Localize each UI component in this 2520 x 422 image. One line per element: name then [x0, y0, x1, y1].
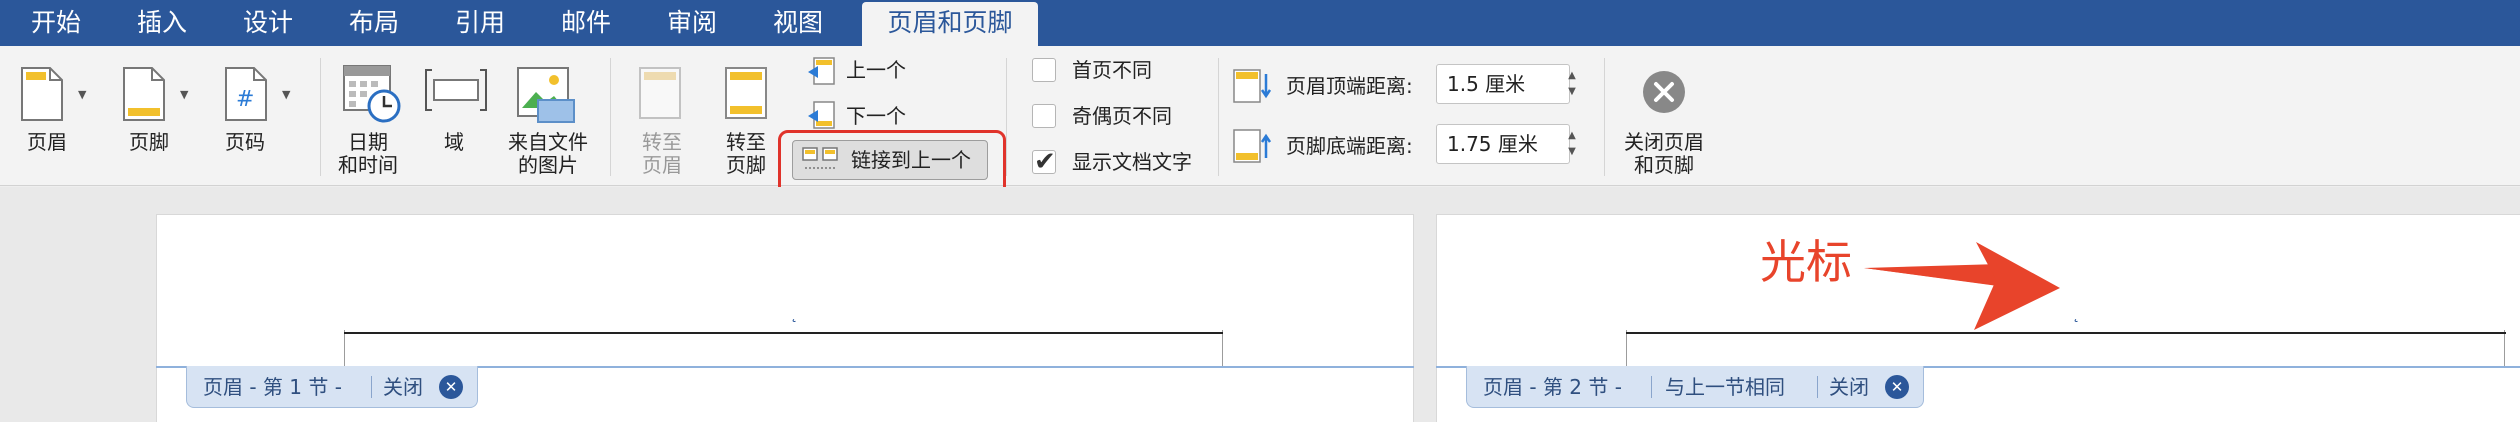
goto-footer-label-line2: 页脚 [726, 153, 766, 177]
ribbon-divider [1218, 58, 1219, 176]
chevron-down-icon[interactable]: ▼ [282, 88, 290, 101]
previous-section-button[interactable]: 上一个 [806, 56, 926, 86]
odd-even-different-label: 奇偶页不同 [1072, 104, 1172, 128]
chevron-down-icon[interactable]: ▼ [78, 88, 86, 101]
close-icon [1643, 71, 1685, 113]
close-header-footer-button[interactable] [1640, 68, 1688, 116]
header-top-distance-input[interactable]: 1.5 厘米 [1436, 64, 1570, 104]
same-as-previous-label: 与上一节相同 [1665, 375, 1785, 399]
arrow-down-page-icon [808, 101, 835, 129]
margin-marker [1222, 330, 1223, 366]
margin-marker [1626, 330, 1627, 366]
footer-icon [123, 67, 165, 121]
tab-layout[interactable]: 布局 [332, 0, 416, 46]
tab-insert[interactable]: 插入 [120, 0, 204, 46]
calendar-clock-icon [343, 65, 401, 123]
footer-bottom-distance-input[interactable]: 1.75 厘米 [1436, 124, 1570, 164]
page-number-icon: # [225, 67, 267, 121]
goto-header-label-line2: 页眉 [642, 153, 682, 177]
next-section-button[interactable]: 下一个 [806, 100, 926, 130]
goto-header-icon [639, 67, 681, 119]
header-top-distance-label: 页眉顶端距离: [1286, 74, 1413, 98]
ribbon-divider [1006, 58, 1007, 176]
tab-header-footer[interactable]: 页眉和页脚 [862, 2, 1038, 46]
tag-divider [1651, 376, 1652, 398]
picture-from-file-label-line2: 的图片 [518, 153, 578, 177]
first-page-different-label: 首页不同 [1072, 58, 1152, 82]
header-top-distance-icon [1233, 69, 1272, 103]
goto-header-label-line1: 转至 [642, 130, 682, 154]
tag-divider [371, 376, 372, 398]
close-header-link[interactable]: 关闭 [1829, 375, 1869, 399]
svg-text:#: # [236, 87, 254, 112]
goto-header-button[interactable] [636, 64, 692, 124]
arrow-up-page-icon [808, 57, 835, 85]
header-top-distance-stepper[interactable]: ▲ ▼ [1564, 64, 1580, 104]
checkmark-icon: ✔ [1034, 147, 1056, 177]
odd-even-different-checkbox[interactable] [1032, 104, 1056, 128]
ribbon-divider [610, 58, 611, 176]
first-page-different-checkbox[interactable] [1032, 58, 1056, 82]
close-circle-icon[interactable]: ✕ [1885, 375, 1909, 399]
picture-icon [517, 67, 575, 123]
tab-mailings[interactable]: 邮件 [544, 0, 628, 46]
tag-divider [1817, 376, 1818, 398]
paragraph-mark-icon: ˛ [790, 304, 798, 323]
footer-button-label: 页脚 [129, 130, 169, 154]
tab-home[interactable]: 开始 [14, 0, 98, 46]
goto-footer-icon [725, 67, 767, 119]
chevron-up-icon[interactable]: ▲ [1564, 70, 1580, 81]
previous-label: 上一个 [846, 58, 906, 82]
ribbon-divider [320, 58, 321, 176]
header-icon [21, 67, 63, 121]
page-number-button-label: 页码 [225, 130, 265, 154]
picture-from-file-label-line1: 来自文件 [508, 130, 588, 154]
header-section-tag-1: 页眉 - 第 1 节 - 关闭 ✕ [186, 366, 478, 408]
goto-footer-button[interactable] [722, 64, 778, 124]
field-icon [425, 69, 487, 111]
close-header-footer-label-line1: 关闭页眉 [1624, 130, 1704, 154]
header-section-label: 页眉 - 第 2 节 - [1483, 375, 1622, 399]
cursor-annotation-label: 光标 [1760, 235, 1852, 289]
field-button[interactable] [424, 66, 488, 124]
chevron-down-icon[interactable]: ▼ [1564, 86, 1580, 97]
margin-marker [2504, 330, 2505, 366]
header-section-tag-2: 页眉 - 第 2 节 - 与上一节相同 关闭 ✕ [1466, 366, 1924, 408]
tab-view[interactable]: 视图 [756, 0, 840, 46]
footer-bottom-distance-icon [1233, 129, 1272, 163]
ribbon-divider [1604, 58, 1605, 176]
close-header-link[interactable]: 关闭 [383, 375, 423, 399]
ribbon-tab-bar: 开始 插入 设计 布局 引用 邮件 审阅 视图 页眉和页脚 [0, 0, 2520, 46]
field-button-label: 域 [444, 130, 464, 154]
header-underline [344, 332, 1223, 334]
show-document-text-label: 显示文档文字 [1072, 150, 1192, 174]
annotation-arrow-icon [1864, 242, 2060, 330]
chevron-down-icon[interactable]: ▼ [180, 88, 188, 101]
margin-marker [344, 330, 345, 366]
tab-references[interactable]: 引用 [438, 0, 522, 46]
close-circle-icon[interactable]: ✕ [439, 375, 463, 399]
tab-review[interactable]: 审阅 [650, 0, 734, 46]
next-label: 下一个 [846, 104, 906, 128]
tab-design[interactable]: 设计 [226, 0, 310, 46]
footer-bottom-distance-label: 页脚底端距离: [1286, 134, 1413, 158]
goto-footer-label-line1: 转至 [726, 130, 766, 154]
picture-from-file-button[interactable] [512, 66, 582, 126]
date-time-label-line2: 和时间 [338, 153, 398, 177]
footer-bottom-distance-stepper[interactable]: ▲ ▼ [1564, 124, 1580, 164]
close-header-footer-label-line2: 和页脚 [1634, 153, 1694, 177]
chevron-down-icon[interactable]: ▼ [1564, 146, 1580, 157]
date-time-label-line1: 日期 [348, 130, 388, 154]
header-button-label: 页眉 [27, 130, 67, 154]
chevron-up-icon[interactable]: ▲ [1564, 130, 1580, 141]
date-time-button[interactable] [340, 62, 404, 124]
header-section-label: 页眉 - 第 1 节 - [203, 375, 342, 399]
